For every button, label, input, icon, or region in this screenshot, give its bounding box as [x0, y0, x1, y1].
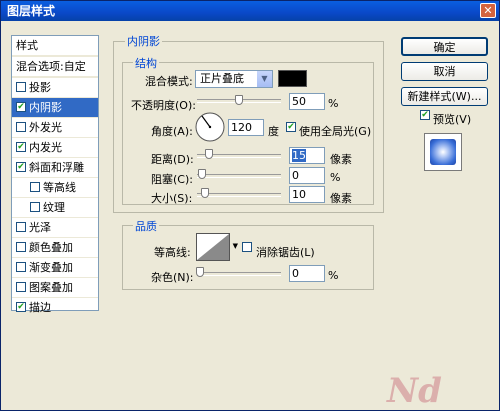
angle-input[interactable]: 120	[228, 119, 264, 136]
style-item[interactable]: ✔ 斜面和浮雕	[12, 158, 98, 178]
size-unit: 像素	[330, 192, 352, 205]
style-item[interactable]: 图案叠加	[12, 278, 98, 298]
style-item-checkbox[interactable]	[16, 282, 26, 292]
style-item[interactable]: 渐变叠加	[12, 258, 98, 278]
style-item-checkbox[interactable]	[16, 262, 26, 272]
noise-label: 杂色(N):	[151, 271, 194, 284]
style-item[interactable]: 纹理	[12, 198, 98, 218]
opacity-slider-thumb[interactable]	[235, 95, 243, 105]
style-item[interactable]: 投影	[12, 78, 98, 98]
choke-unit: %	[330, 171, 341, 184]
noise-unit: %	[328, 269, 339, 282]
size-slider[interactable]	[197, 193, 281, 197]
style-item-checkbox[interactable]	[16, 222, 26, 232]
style-item[interactable]: 光泽	[12, 218, 98, 238]
style-item-label: 描边	[29, 301, 51, 314]
antialias-label: 消除锯齿(L)	[256, 246, 315, 259]
size-slider-thumb[interactable]	[201, 188, 209, 198]
close-icon: ✕	[483, 4, 493, 17]
antialias-checkbox[interactable]	[242, 242, 252, 252]
choke-slider-thumb[interactable]	[198, 169, 206, 179]
preview-swatch	[430, 139, 456, 165]
opacity-unit: %	[328, 97, 339, 110]
window-title: 图层样式	[7, 4, 56, 18]
distance-slider-thumb[interactable]	[205, 149, 213, 159]
style-item-label: 颜色叠加	[29, 241, 73, 254]
chevron-down-icon: ▼	[256, 71, 272, 87]
quality-title: 品质	[133, 218, 159, 234]
size-input[interactable]: 10	[289, 186, 325, 203]
opacity-input[interactable]: 50	[289, 93, 325, 110]
angle-label: 角度(A):	[151, 125, 193, 138]
style-item[interactable]: ✔ 描边	[12, 298, 98, 318]
style-item-checkbox[interactable]: ✔	[16, 102, 26, 112]
size-label: 大小(S):	[151, 192, 193, 205]
watermark-logo: Nd	[387, 371, 442, 411]
style-item-label: 图案叠加	[29, 281, 73, 294]
style-item[interactable]: 外发光	[12, 118, 98, 138]
global-light-checkbox[interactable]: ✔	[286, 122, 296, 132]
distance-label: 距离(D):	[151, 153, 194, 166]
style-item-checkbox[interactable]	[16, 82, 26, 92]
blend-mode-value: 正片叠底	[200, 72, 244, 85]
style-item-checkbox[interactable]: ✔	[16, 162, 26, 172]
ok-button[interactable]: 确定	[401, 37, 488, 56]
opacity-label: 不透明度(O):	[131, 99, 196, 112]
blend-mode-select[interactable]: 正片叠底 ▼	[195, 70, 273, 88]
close-button[interactable]: ✕	[480, 3, 496, 18]
blend-options-item[interactable]: 混合选项:自定	[12, 57, 98, 78]
style-item-label: 斜面和浮雕	[29, 161, 84, 174]
style-item-label: 光泽	[29, 221, 51, 234]
noise-slider-thumb[interactable]	[196, 267, 204, 277]
style-item-label: 渐变叠加	[29, 261, 73, 274]
contour-label: 等高线:	[154, 246, 191, 259]
style-item[interactable]: 颜色叠加	[12, 238, 98, 258]
cancel-button[interactable]: 取消	[401, 62, 488, 81]
preview-checkbox[interactable]: ✔	[420, 110, 430, 120]
style-item-label: 投影	[29, 81, 51, 94]
choke-slider[interactable]	[197, 174, 281, 178]
style-list: 样式 混合选项:自定 投影 ✔ 内阴影 外发光 ✔ 内发光 ✔ 斜面和浮雕 等高线 纹理 光泽 颜色叠…	[11, 35, 99, 318]
distance-unit: 像素	[330, 153, 352, 166]
contour-curve-icon	[197, 234, 229, 260]
shadow-color-swatch[interactable]	[278, 70, 307, 87]
style-item-label: 内阴影	[29, 101, 62, 114]
inner-shadow-title: 内阴影	[125, 33, 162, 49]
style-item-checkbox[interactable]	[16, 242, 26, 252]
global-light-label: 使用全局光(G)	[299, 125, 372, 138]
contour-picker[interactable]: ▼	[196, 233, 238, 261]
style-item-checkbox[interactable]	[30, 202, 40, 212]
blend-mode-label: 混合模式:	[145, 75, 193, 88]
choke-input[interactable]: 0	[289, 167, 325, 184]
style-item-label: 等高线	[43, 181, 76, 194]
style-item-checkbox[interactable]	[30, 182, 40, 192]
style-item[interactable]: 等高线	[12, 178, 98, 198]
distance-input[interactable]: 15	[289, 147, 325, 164]
style-item[interactable]: ✔ 内发光	[12, 138, 98, 158]
structure-title: 结构	[133, 55, 159, 71]
style-item-checkbox[interactable]: ✔	[16, 142, 26, 152]
chevron-down-icon: ▼	[232, 242, 238, 250]
style-items: 投影 ✔ 内阴影 外发光 ✔ 内发光 ✔ 斜面和浮雕 等高线 纹理 光泽 颜色叠加 渐变叠加 图案叠加 ✔ 描…	[12, 78, 98, 318]
angle-unit: 度	[268, 125, 279, 138]
style-item-checkbox[interactable]	[16, 122, 26, 132]
title-bar[interactable]: 图层样式 ✕	[1, 1, 499, 21]
preview-label: 预览(V)	[433, 113, 472, 126]
style-list-header[interactable]: 样式	[12, 36, 98, 57]
style-item-checkbox[interactable]: ✔	[16, 302, 26, 312]
preview-thumbnail	[424, 133, 462, 171]
noise-input[interactable]: 0	[289, 265, 325, 282]
style-item[interactable]: ✔ 内阴影	[12, 98, 98, 118]
style-item-label: 纹理	[43, 201, 65, 214]
choke-label: 阻塞(C):	[151, 173, 193, 186]
layer-style-dialog: 图层样式 ✕ 样式 混合选项:自定 投影 ✔ 内阴影 外发光 ✔ 内发光 ✔ 斜面和浮雕 等高线…	[0, 0, 500, 411]
angle-dial[interactable]	[194, 111, 226, 143]
style-item-label: 外发光	[29, 121, 62, 134]
new-style-button[interactable]: 新建样式(W)...	[401, 87, 488, 106]
noise-slider[interactable]	[197, 272, 281, 276]
style-item-label: 内发光	[29, 141, 62, 154]
